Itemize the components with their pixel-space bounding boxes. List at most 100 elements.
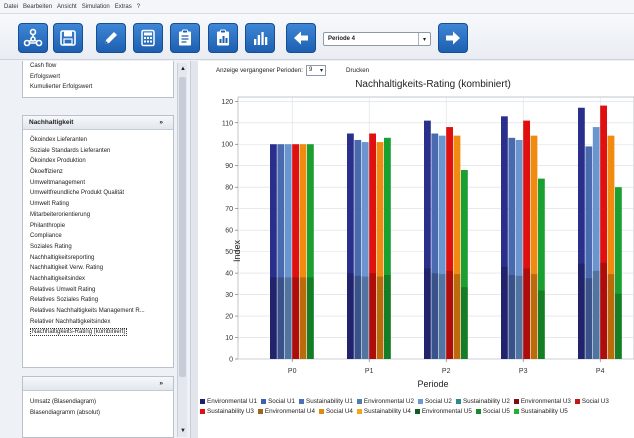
scroll-down-icon[interactable]: ▼ bbox=[179, 427, 187, 435]
sustainability-panel: Nachhaltigkeit » Ökoindex Lieferanten Soz… bbox=[22, 115, 174, 368]
list-item[interactable]: Nachhaltigkeits-Rating (kombiniert) bbox=[23, 327, 173, 338]
list-item[interactable]: Umsatz (Blasendiagram) bbox=[23, 397, 173, 408]
list-item[interactable]: Relatives Soziales Rating bbox=[23, 295, 173, 306]
scroll-up-icon[interactable]: ▲ bbox=[179, 65, 187, 73]
x-tick-label: P2 bbox=[442, 368, 451, 375]
charts-panel-header[interactable]: » bbox=[23, 377, 173, 391]
legend-swatch bbox=[475, 408, 481, 414]
legend-swatch bbox=[200, 398, 205, 404]
charts-panel: » Umsatz (Blasendiagram) Blasendiagramm (… bbox=[22, 376, 174, 438]
list-item-label: Ökoindex Lieferanten bbox=[30, 137, 88, 143]
menu-help[interactable]: ? bbox=[137, 4, 140, 10]
y-tick-label: 60 bbox=[225, 228, 233, 235]
network-button[interactable] bbox=[18, 23, 48, 53]
list-item[interactable]: Compliance bbox=[23, 231, 173, 242]
legend-item: Environmental U1 bbox=[200, 397, 257, 407]
list-item[interactable]: Nachhaltigkeit Verw. Rating bbox=[23, 263, 173, 274]
bar-band bbox=[307, 277, 314, 359]
bar-chart-button[interactable] bbox=[245, 23, 275, 53]
arrow-right-icon bbox=[446, 31, 460, 45]
bar-band bbox=[369, 273, 376, 359]
bar-band bbox=[615, 293, 622, 359]
list-item[interactable]: Umweltfreundliche Produkt Qualität bbox=[23, 188, 173, 199]
scrollbar-thumb[interactable] bbox=[179, 77, 186, 377]
report-chart-button[interactable] bbox=[208, 23, 238, 53]
navigation-pane: Cash flow Erfolgswert Kumulierter Erfolgsw… bbox=[0, 61, 190, 438]
list-item[interactable]: Soziales Rating bbox=[23, 242, 173, 253]
list-item[interactable]: Mitarbeiterorientierung bbox=[23, 210, 173, 221]
previous-period-button[interactable] bbox=[286, 23, 316, 53]
sustainability-panel-title: Nachhaltigkeit bbox=[29, 119, 74, 126]
list-item-label: Philanthropie bbox=[30, 222, 66, 229]
list-item[interactable]: Relativer Nachhaltigkeitsindex bbox=[23, 317, 173, 328]
list-item-label: Soziale Standards Lieferanten bbox=[30, 147, 111, 154]
list-item[interactable]: Blasendiagramm (absolut) bbox=[23, 408, 173, 419]
list-item[interactable]: Erfolgswert bbox=[23, 72, 173, 83]
menu-extras[interactable]: Extras bbox=[115, 4, 132, 10]
list-item[interactable]: Kumulierter Erfolgswert bbox=[23, 82, 173, 93]
bar-band bbox=[461, 287, 468, 359]
menu-datei[interactable]: Datei bbox=[4, 4, 18, 10]
edit-pencil-icon bbox=[105, 32, 117, 44]
save-button[interactable] bbox=[53, 23, 83, 53]
legend-item: Social U2 bbox=[417, 397, 452, 407]
list-item-label: Soziales Rating bbox=[30, 243, 72, 250]
menu-bearbeiten[interactable]: Bearbeiten bbox=[23, 4, 52, 10]
list-item[interactable]: Nachhaltigkeitsreporting bbox=[23, 253, 173, 264]
legend-item: Sustainability U2 bbox=[455, 397, 510, 407]
period-select[interactable]: Periode 4 ▾ bbox=[323, 32, 431, 46]
y-tick-label: 100 bbox=[221, 142, 233, 149]
bar-band bbox=[354, 275, 362, 359]
sustainability-panel-header[interactable]: Nachhaltigkeit » bbox=[23, 116, 173, 130]
legend-label: Sustainability U5 bbox=[520, 408, 568, 415]
list-item[interactable]: Relatives Umwelt Rating bbox=[23, 285, 173, 296]
chart-pane: Anzeige vergangener Perioden: 9 ▾ Drucke… bbox=[198, 61, 634, 438]
collapse-icon[interactable]: » bbox=[159, 119, 163, 126]
legend-swatch bbox=[257, 408, 263, 414]
list-item[interactable]: Ökoindex Lieferanten bbox=[23, 135, 173, 146]
y-tick-label: 40 bbox=[225, 271, 233, 278]
list-item[interactable]: Umweltmanagement bbox=[23, 178, 173, 189]
legend-swatch bbox=[574, 398, 580, 404]
list-item-label: Nachhaltigkeitsreporting bbox=[30, 254, 95, 261]
legend-label: Environmental U4 bbox=[264, 408, 315, 415]
collapse-icon[interactable]: » bbox=[159, 380, 163, 387]
bar-band bbox=[508, 274, 516, 359]
list-item[interactable]: Ökoeffizienz bbox=[23, 167, 173, 178]
next-period-button[interactable] bbox=[438, 23, 468, 53]
menu-simulation[interactable]: Simulation bbox=[82, 4, 110, 10]
calculator-button[interactable] bbox=[133, 23, 163, 53]
list-item[interactable]: Umwelt Rating bbox=[23, 199, 173, 210]
y-tick-label: 120 bbox=[221, 99, 233, 106]
list-item-label: Compliance bbox=[30, 233, 62, 240]
bar-band bbox=[376, 276, 384, 359]
bar-band bbox=[453, 274, 461, 359]
sidebar-scrollbar[interactable]: ▲ ▼ bbox=[177, 63, 187, 437]
bar-band bbox=[538, 290, 545, 359]
list-item[interactable]: Soziale Standards Lieferanten bbox=[23, 146, 173, 157]
pane-splitter[interactable] bbox=[190, 61, 198, 438]
list-item-label: Nachhaltigkeit Verw. Rating bbox=[30, 265, 104, 272]
report-list-button[interactable] bbox=[170, 23, 200, 53]
list-item-label: Umsatz (Blasendiagram) bbox=[30, 399, 97, 405]
bar-band bbox=[501, 266, 508, 359]
clipboard-list-icon bbox=[179, 29, 191, 46]
bar-band bbox=[578, 263, 585, 359]
menu-ansicht[interactable]: Ansicht bbox=[57, 4, 77, 10]
x-tick-label: P3 bbox=[519, 368, 528, 375]
list-item[interactable]: Relatives Nachhaltigkeits Management R..… bbox=[23, 306, 173, 317]
legend-swatch bbox=[356, 408, 362, 414]
legend-label: Social U5 bbox=[482, 408, 510, 415]
list-item[interactable]: Nachhaltigkeitsindex bbox=[23, 274, 173, 285]
list-item[interactable]: Cash flow bbox=[23, 61, 173, 72]
legend-item: Environmental U5 bbox=[414, 407, 472, 417]
edit-button[interactable] bbox=[96, 23, 126, 53]
clipboard-chart-icon bbox=[217, 29, 229, 46]
legend-label: Environmental U1 bbox=[207, 398, 258, 405]
legend-item: Environmental U2 bbox=[356, 397, 414, 407]
legend-swatch bbox=[414, 408, 420, 414]
list-item[interactable]: Philanthropie bbox=[23, 221, 173, 232]
legend-label: Social U4 bbox=[325, 408, 353, 415]
bar-band bbox=[292, 277, 299, 359]
list-item[interactable]: Ökoindex Produktion bbox=[23, 156, 173, 167]
